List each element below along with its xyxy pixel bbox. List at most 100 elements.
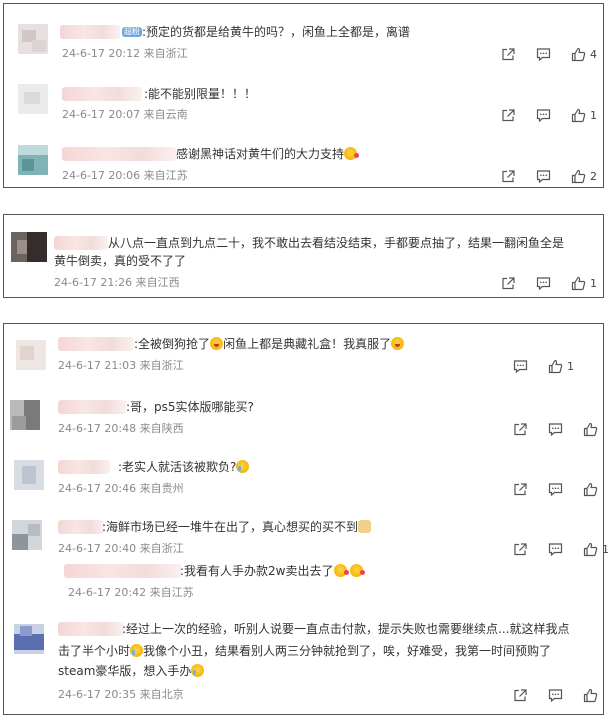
comment-button[interactable] <box>536 47 551 62</box>
dog-emoji-icon <box>358 520 372 533</box>
comment-location: 来自北京 <box>139 688 184 701</box>
share-icon <box>514 482 527 495</box>
comment-button[interactable] <box>548 542 563 557</box>
kiss-emoji-icon <box>333 564 349 577</box>
share-button[interactable] <box>501 276 516 291</box>
comment-text: :能不能别限量！！！ <box>144 87 257 101</box>
comment-meta: 24-6-17 20:46 来自贵州 <box>58 482 184 496</box>
comment-item: 超粉:预定的货都是给黄牛的吗？，闲鱼上全都是，离谱 24-6-17 20:12 … <box>4 4 603 66</box>
like-button[interactable]: 2 <box>571 169 597 184</box>
avatar[interactable] <box>14 460 44 490</box>
avatar[interactable] <box>18 84 48 114</box>
blurred-username[interactable] <box>62 147 176 161</box>
blurred-username[interactable] <box>58 460 110 474</box>
thumbs-up-icon <box>583 422 598 436</box>
avatar[interactable] <box>14 624 44 654</box>
crying-emoji-icon <box>191 664 205 677</box>
avatar[interactable] <box>18 24 48 54</box>
blurred-username[interactable] <box>58 622 124 636</box>
comment-button[interactable] <box>536 276 551 291</box>
comment-meta: 24-6-17 20:35 来自北京 <box>58 688 184 702</box>
comment-text-line-3: steam豪华版，想入手办 <box>58 661 205 681</box>
thumbs-up-icon <box>583 482 598 496</box>
comment-location: 来自浙江 <box>139 542 184 555</box>
like-button[interactable] <box>583 422 598 437</box>
comment-date: 24-6-17 21:26 <box>54 276 133 289</box>
comment-button[interactable] <box>548 422 563 437</box>
comment-text: :全被倒狗抢了 闲鱼上都是典藏礼盒！我真服了 <box>134 334 405 354</box>
blurred-username[interactable] <box>60 25 120 39</box>
comment-meta: 24-6-17 20:06 来自江苏 <box>62 169 188 183</box>
blurred-username[interactable] <box>58 400 126 414</box>
share-button[interactable] <box>501 47 516 62</box>
comment-actions: 4 <box>501 46 597 62</box>
comment-text-line-2: 黄牛倒卖，真的受不了了 <box>54 254 187 268</box>
comment-item: :海鲜市场已经一堆牛在出了，真心想买的买不到 24-6-17 20:40 来自浙… <box>4 504 608 562</box>
comment-panel-2: 从八点一直点到九点二十，我不敢出去看结没结束，手都要点抽了，结果一翻闲鱼全是 黄… <box>3 214 604 298</box>
kiss-emoji-icon <box>349 564 365 577</box>
comment-actions: 2 <box>501 168 597 184</box>
laugh-emoji-icon <box>391 337 405 350</box>
avatar[interactable] <box>16 340 46 370</box>
comment-date: 24-6-17 20:06 <box>62 169 141 182</box>
avatar[interactable] <box>12 520 42 550</box>
comment-text: 从八点一直点到九点二十，我不敢出去看结没结束，手都要点抽了，结果一翻闲鱼全是 <box>108 236 565 250</box>
like-count: 2 <box>590 169 597 183</box>
comment-date: 24-6-17 20:48 <box>58 422 137 435</box>
thumbs-up-icon <box>571 276 586 290</box>
avatar[interactable] <box>11 232 47 262</box>
comment-text: :哥，ps5实体版哪能买? <box>126 400 254 414</box>
comment-item: 从八点一直点到九点二十，我不敢出去看结没结束，手都要点抽了，结果一翻闲鱼全是 黄… <box>4 215 603 299</box>
comment-item: :老实人就活该被欺负? 24-6-17 20:46 来自贵州 <box>4 444 603 502</box>
comment-location: 来自陕西 <box>139 422 184 435</box>
like-button[interactable]: 1 <box>571 108 597 123</box>
like-count: 1 <box>602 542 608 556</box>
comment-actions: 1 <box>501 275 597 291</box>
comment-text-line-2: 击了半个小时 我像个小丑，结果看别人两三分钟就抢到了，唉，好难受，我第一时间预购了 <box>58 644 552 658</box>
share-button[interactable] <box>501 108 516 123</box>
share-button[interactable] <box>513 422 528 437</box>
avatar[interactable] <box>18 145 48 175</box>
blurred-username[interactable] <box>58 520 104 534</box>
like-button[interactable]: 1 <box>583 542 608 557</box>
crying-emoji-icon <box>236 460 250 473</box>
share-button[interactable] <box>513 482 528 497</box>
like-button[interactable] <box>583 688 598 703</box>
comment-meta: 24-6-17 20:42 来自江苏 <box>68 586 194 600</box>
like-button[interactable] <box>583 482 598 497</box>
comment-date: 24-6-17 20:42 <box>68 586 147 599</box>
share-button[interactable] <box>501 169 516 184</box>
comment-meta: 24-6-17 20:07 来自云南 <box>62 108 188 122</box>
comment-text: 感谢黑神话对黄牛们的大力支持 <box>176 144 360 164</box>
blurred-username[interactable] <box>64 564 182 578</box>
like-count: 1 <box>567 359 574 373</box>
share-icon <box>502 276 515 289</box>
comment-button[interactable] <box>536 108 551 123</box>
comment-icon <box>536 47 551 61</box>
comment-item: :全被倒狗抢了 闲鱼上都是典藏礼盒！我真服了 24-6-17 21:03 来自浙江… <box>4 324 603 382</box>
comment-button[interactable] <box>513 359 528 374</box>
share-icon <box>514 688 527 701</box>
crying-emoji-icon <box>130 644 144 657</box>
like-button[interactable]: 4 <box>571 47 597 62</box>
share-button[interactable] <box>513 542 528 557</box>
share-button[interactable] <box>513 688 528 703</box>
like-button[interactable]: 1 <box>571 276 597 291</box>
comment-meta: 24-6-17 20:12 来自浙江 <box>62 47 188 61</box>
kiss-emoji-icon <box>344 147 360 160</box>
comment-button[interactable] <box>548 688 563 703</box>
comment-button[interactable] <box>536 169 551 184</box>
comment-icon <box>548 422 563 436</box>
blurred-username[interactable] <box>58 337 134 351</box>
comment-panel-1: 超粉:预定的货都是给黄牛的吗？，闲鱼上全都是，离谱 24-6-17 20:12 … <box>3 3 604 188</box>
comment-date: 24-6-17 20:07 <box>62 108 141 121</box>
blurred-username[interactable] <box>54 236 108 250</box>
comment-icon <box>548 542 563 556</box>
comment-button[interactable] <box>548 482 563 497</box>
like-button[interactable]: 1 <box>548 359 574 374</box>
comment-actions <box>513 481 598 497</box>
thumbs-up-icon <box>571 108 586 122</box>
comment-actions <box>513 421 598 437</box>
blurred-username[interactable] <box>62 87 142 101</box>
avatar[interactable] <box>10 400 40 430</box>
